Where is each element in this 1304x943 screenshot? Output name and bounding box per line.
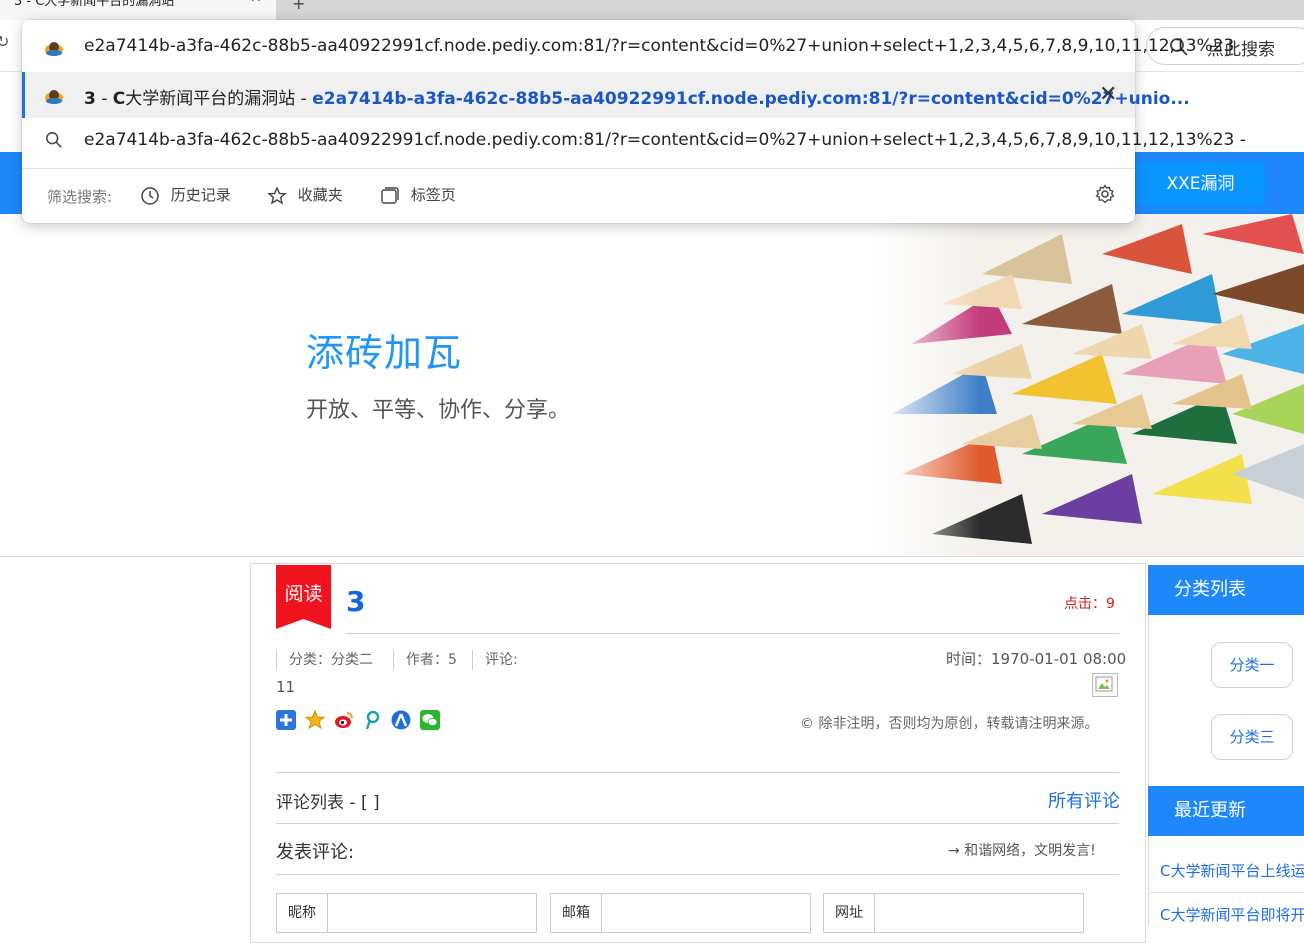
address-input-row[interactable]: e2a7414b-a3fa-462c-88b5-aa40922991cf.nod… — [22, 24, 1234, 70]
recent-divider — [1148, 892, 1304, 893]
share-renren-icon[interactable] — [391, 710, 411, 730]
suggestion-title: 3 - C大学新闻平台的漏洞站 - e2a7414b-a3fa-462c-88b… — [84, 84, 1190, 109]
recent-link-2[interactable]: C大学新闻平台即将开 — [1160, 904, 1304, 925]
filter-tabs-label: 标签页 — [410, 186, 456, 204]
site-favicon — [45, 42, 63, 56]
website-label: 网址 — [824, 894, 875, 932]
email-field[interactable]: 邮箱 — [550, 893, 811, 933]
tab-title: 3 - C大学新闻平台的漏洞站 — [14, 0, 175, 9]
refresh-icon[interactable]: ↻ — [0, 32, 9, 51]
share-weibo-icon[interactable] — [334, 710, 354, 730]
read-ribbon: 阅读 — [276, 565, 331, 629]
recent-title: 最近更新 — [1148, 786, 1304, 836]
tabs-icon — [381, 186, 399, 204]
filter-favorites[interactable]: 收藏夹 — [267, 184, 343, 206]
nickname-input[interactable] — [329, 894, 535, 932]
share-wechat-icon[interactable] — [420, 710, 440, 730]
search-suggestion-text: e2a7414b-a3fa-462c-88b5-aa40922991cf.nod… — [84, 130, 1246, 150]
star-icon — [267, 185, 287, 204]
hero-title: 添砖加瓦 — [306, 331, 463, 375]
categories-title: 分类列表 — [1148, 565, 1304, 615]
history-icon — [141, 186, 159, 205]
share-qzone-plus-icon[interactable] — [276, 710, 296, 730]
close-tab-icon[interactable]: ✕ — [250, 0, 262, 6]
post-comment-header: 发表评论: — [276, 842, 355, 863]
meta-author: 作者：5 — [393, 650, 457, 670]
site-favicon — [45, 90, 63, 104]
browser-tab[interactable]: 3 - C大学新闻平台的漏洞站 ✕ — [0, 0, 276, 20]
hero-divider — [0, 556, 1304, 557]
address-input-text[interactable]: e2a7414b-a3fa-462c-88b5-aa40922991cf.nod… — [84, 36, 1234, 56]
read-ribbon-label: 阅读 — [284, 583, 323, 605]
search-suggestion-row[interactable]: e2a7414b-a3fa-462c-88b5-aa40922991cf.nod… — [22, 118, 1246, 164]
hero-subtitle: 开放、平等、协作、分享。 — [306, 398, 571, 423]
article-panel — [250, 563, 1146, 943]
nickname-label: 昵称 — [277, 894, 328, 932]
suggestion-title-c: C — [112, 89, 126, 109]
filter-label: 筛选搜索: — [47, 188, 113, 206]
suggestion-title-dash: - — [295, 89, 313, 109]
tab-strip: 3 - C大学新闻平台的漏洞站 ✕ + — [0, 0, 1304, 20]
article-title: 3 — [346, 585, 366, 618]
meta-comments-value: 11 — [276, 678, 296, 696]
suggestion-title-number: 3 — [84, 89, 96, 109]
nickname-field[interactable]: 昵称 — [276, 893, 537, 933]
colored-pencils-image — [872, 214, 1304, 556]
sidebar-border — [1148, 565, 1149, 926]
email-input[interactable] — [603, 894, 809, 932]
website-field[interactable]: 网址 — [823, 893, 1084, 933]
suggestion-title-rest: 大学新闻平台的漏洞站 — [125, 89, 296, 109]
suggestion-title-sep: - — [95, 89, 113, 109]
section-divider — [276, 823, 1119, 824]
civility-notice: → 和谐网络，文明发言! — [948, 843, 1096, 859]
history-suggestion-row[interactable]: 3 - C大学新闻平台的漏洞站 - e2a7414b-a3fa-462c-88b… — [22, 72, 1190, 118]
filter-tabs[interactable]: 标签页 — [380, 184, 456, 206]
comments-list-header: 评论列表 - [ ] — [276, 793, 380, 813]
email-label: 邮箱 — [551, 894, 602, 932]
title-divider — [346, 633, 1119, 634]
all-comments-link[interactable]: 所有评论 — [1048, 787, 1120, 813]
dropdown-divider — [22, 168, 1135, 169]
gear-icon[interactable] — [1095, 184, 1115, 204]
section-divider — [276, 772, 1119, 773]
recent-link-1[interactable]: C大学新闻平台上线运 — [1160, 860, 1304, 881]
filter-history[interactable]: 历史记录 — [140, 184, 231, 206]
suggestion-url: e2a7414b-a3fa-462c-88b5-aa40922991cf.nod… — [312, 89, 1190, 109]
search-icon — [46, 132, 62, 148]
share-tencent-weibo-icon[interactable] — [362, 710, 382, 730]
broken-image-icon — [1092, 673, 1118, 697]
meta-time: 时间：1970-01-01 08:00 — [946, 650, 1127, 668]
address-bar-dropdown: e2a7414b-a3fa-462c-88b5-aa40922991cf.nod… — [22, 20, 1246, 223]
nav-xxe-button[interactable]: XXE漏洞 — [1136, 162, 1265, 206]
new-tab-icon[interactable]: + — [292, 0, 305, 13]
meta-category: 分类：分类二 — [276, 650, 373, 670]
filter-history-label: 历史记录 — [170, 186, 231, 204]
copyright-notice: © 除非注明，否则均为原创，转载请注明来源。 — [800, 716, 1099, 732]
filter-favorites-label: 收藏夹 — [297, 186, 343, 204]
section-divider — [276, 874, 1119, 875]
category-button-1[interactable]: 分类一 — [1211, 642, 1293, 688]
share-qzone-star-icon[interactable] — [304, 709, 326, 730]
click-count: 点击：9 — [1064, 596, 1115, 612]
category-button-3[interactable]: 分类三 — [1211, 714, 1293, 760]
website-input[interactable] — [876, 894, 1082, 932]
remove-suggestion-icon[interactable]: ✕ — [1099, 82, 1117, 107]
meta-comments-label: 评论: — [472, 650, 518, 670]
